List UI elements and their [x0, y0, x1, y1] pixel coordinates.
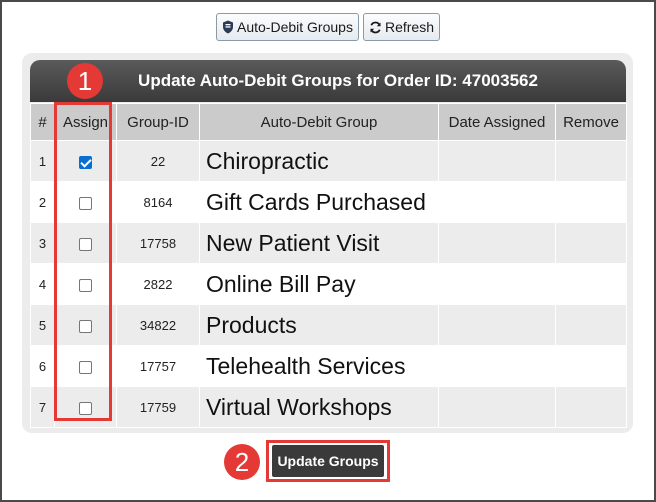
table-row: 6 17757 Telehealth Services — [30, 345, 627, 387]
group-name: Online Bill Pay — [199, 263, 439, 305]
step-marker-2-text: 2 — [234, 446, 250, 477]
update-button-highlight: Update Groups — [266, 440, 390, 482]
assign-checkbox[interactable] — [79, 155, 92, 169]
assign-cell — [54, 345, 117, 387]
row-index: 4 — [30, 263, 55, 305]
assign-cell — [54, 140, 117, 182]
table-row: 4 2822 Online Bill Pay — [30, 263, 627, 305]
group-id: 8164 — [116, 181, 200, 223]
update-groups-label: Update Groups — [277, 453, 379, 469]
panel-title-text: Update Auto-Debit Groups for Order ID: 4… — [138, 71, 538, 90]
row-index: 3 — [30, 222, 55, 264]
group-id: 17759 — [116, 386, 200, 428]
assign-checkbox[interactable] — [79, 319, 92, 333]
remove-cell — [555, 181, 627, 223]
assign-checkbox[interactable] — [79, 196, 92, 210]
refresh-icon — [369, 21, 382, 34]
group-name: Products — [199, 304, 439, 346]
assign-cell — [54, 222, 117, 264]
refresh-button[interactable]: Refresh — [362, 13, 440, 41]
table-row: 7 17759 Virtual Workshops — [30, 386, 627, 428]
auto-debit-groups-button[interactable]: Auto-Debit Groups — [216, 13, 359, 41]
group-id: 17758 — [116, 222, 200, 264]
remove-cell — [555, 304, 627, 346]
assign-cell — [54, 386, 117, 428]
col-header-group-id: Group-ID — [116, 103, 200, 141]
table-row: 5 34822 Products — [30, 304, 627, 346]
group-name: Telehealth Services — [199, 345, 439, 387]
col-header-date-assigned: Date Assigned — [438, 103, 556, 141]
group-name: Chiropractic — [199, 140, 439, 182]
assign-checkbox[interactable] — [79, 237, 92, 251]
table-header-row: # Assign Group-ID Auto-Debit Group Date … — [30, 103, 627, 141]
assign-checkbox[interactable] — [79, 401, 92, 415]
date-assigned — [438, 263, 556, 305]
groups-table: # Assign Group-ID Auto-Debit Group Date … — [30, 103, 627, 428]
date-assigned — [438, 222, 556, 264]
group-id: 22 — [116, 140, 200, 182]
date-assigned — [438, 181, 556, 223]
group-name: Gift Cards Purchased — [199, 181, 439, 223]
group-id: 2822 — [116, 263, 200, 305]
row-index: 6 — [30, 345, 55, 387]
remove-cell — [555, 345, 627, 387]
table-row: 1 22 Chiropractic — [30, 140, 627, 182]
row-index: 5 — [30, 304, 55, 346]
assign-cell — [54, 181, 117, 223]
shield-icon — [222, 20, 234, 34]
refresh-label: Refresh — [384, 19, 434, 35]
group-name: Virtual Workshops — [199, 386, 439, 428]
panel-title: Update Auto-Debit Groups for Order ID: 4… — [30, 60, 626, 102]
date-assigned — [438, 140, 556, 182]
date-assigned — [438, 345, 556, 387]
remove-cell — [555, 263, 627, 305]
auto-debit-groups-label: Auto-Debit Groups — [237, 19, 353, 35]
step-marker-1-text: 1 — [77, 65, 93, 96]
date-assigned — [438, 304, 556, 346]
step-marker-2: 2 — [224, 444, 260, 480]
assign-cell — [54, 304, 117, 346]
group-name: New Patient Visit — [199, 222, 439, 264]
col-header-group: Auto-Debit Group — [199, 103, 439, 141]
row-index: 7 — [30, 386, 55, 428]
assign-cell — [54, 263, 117, 305]
assign-checkbox[interactable] — [79, 360, 92, 374]
group-id: 34822 — [116, 304, 200, 346]
remove-cell — [555, 222, 627, 264]
update-groups-button[interactable]: Update Groups — [272, 445, 384, 477]
col-header-remove: Remove — [555, 103, 627, 141]
col-header-index: # — [30, 103, 55, 141]
table-row: 3 17758 New Patient Visit — [30, 222, 627, 264]
remove-cell — [555, 386, 627, 428]
col-header-assign: Assign — [54, 103, 117, 141]
step-marker-1: 1 — [67, 63, 103, 99]
table-row: 2 8164 Gift Cards Purchased — [30, 181, 627, 223]
date-assigned — [438, 386, 556, 428]
row-index: 2 — [30, 181, 55, 223]
group-id: 17757 — [116, 345, 200, 387]
row-index: 1 — [30, 140, 55, 182]
toolbar: Auto-Debit Groups Refresh — [216, 13, 440, 43]
assign-checkbox[interactable] — [79, 278, 92, 292]
remove-cell — [555, 140, 627, 182]
